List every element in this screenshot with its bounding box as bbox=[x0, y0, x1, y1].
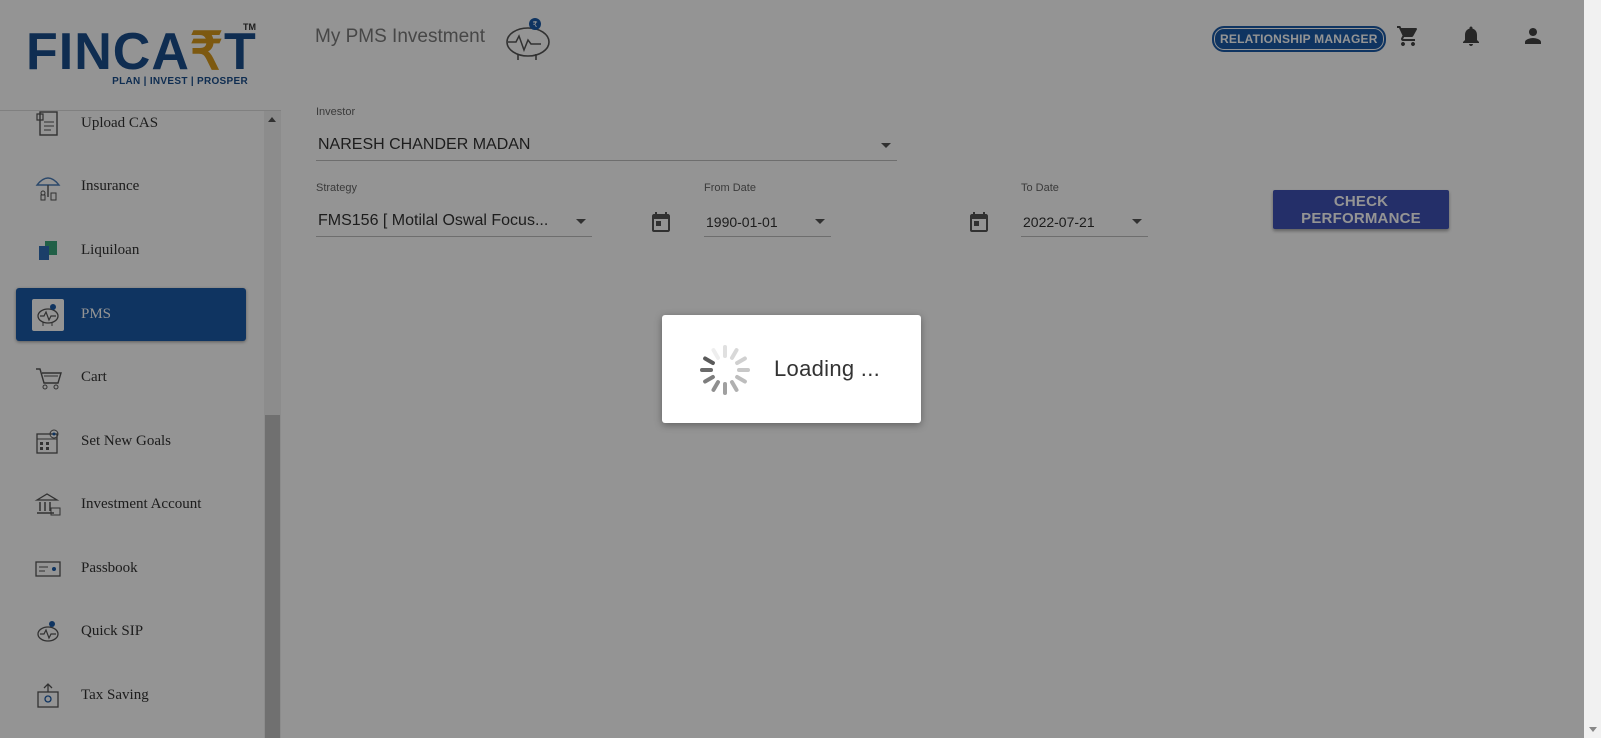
scroll-down-arrow-icon[interactable] bbox=[1589, 727, 1597, 732]
spinner-icon bbox=[700, 345, 750, 395]
page-scrollbar[interactable] bbox=[1584, 0, 1601, 738]
loading-text: Loading ... bbox=[774, 356, 881, 381]
loading-dialog: Loading ... bbox=[662, 315, 921, 423]
